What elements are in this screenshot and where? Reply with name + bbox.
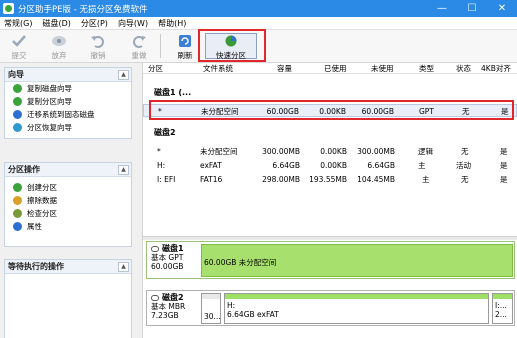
- sidebar-item-migrate-os[interactable]: 迁移系统到固态磁盘: [5, 108, 131, 121]
- wipe-icon: [13, 196, 22, 205]
- disk1-unallocated-segment[interactable]: 60.00GB 未分配空间: [201, 244, 513, 277]
- menu-help[interactable]: 帮助(H): [154, 18, 192, 29]
- col-used[interactable]: 已使用: [324, 63, 347, 74]
- sidebar-item-create[interactable]: 创建分区: [5, 181, 131, 194]
- app-icon: [3, 3, 14, 14]
- sidebar: 向导 ▲ 复制磁盘向导 复制分区向导 迁移系统到固态磁盘 分区恢复向导 分区操作 ▲…: [0, 63, 143, 338]
- sidebar-item-copy-partition[interactable]: 复制分区向导: [5, 95, 131, 108]
- sidebar-item-check[interactable]: 检查分区: [5, 207, 131, 220]
- col-capacity[interactable]: 容量: [277, 63, 292, 74]
- disk1-map[interactable]: 磁盘1 基本 GPT 60.00GB 60.00GB 未分配空间: [146, 241, 515, 279]
- col-filesystem[interactable]: 文件系统: [203, 63, 233, 74]
- col-partition[interactable]: 分区: [148, 63, 163, 74]
- disk1-header[interactable]: 磁盘1 (...: [154, 87, 191, 98]
- copy-partition-icon: [13, 97, 22, 106]
- col-type[interactable]: 类型: [419, 63, 434, 74]
- recovery-icon: [13, 123, 22, 132]
- collapse-icon[interactable]: ▲: [118, 261, 129, 272]
- undo-button[interactable]: 撤销: [83, 32, 113, 61]
- create-partition-icon: [13, 183, 22, 192]
- pane-splitter[interactable]: [143, 236, 517, 240]
- redo-button[interactable]: 重做: [124, 32, 154, 61]
- disk2-unallocated-segment[interactable]: 30...: [201, 293, 221, 324]
- menu-general[interactable]: 常规(G): [0, 18, 38, 29]
- refresh-icon: [177, 34, 193, 48]
- check-partition-icon: [13, 209, 22, 218]
- table-row[interactable]: * 未分配空间 300.00MB 0.00KB 300.00MB 逻辑 无 是: [143, 145, 517, 158]
- window-title: 分区助手PE版 - 无损分区免费软件: [18, 4, 148, 15]
- quick-partition-button[interactable]: 快速分区: [205, 33, 257, 60]
- sidebar-item-wipe[interactable]: 擦除数据: [5, 194, 131, 207]
- col-status[interactable]: 状态: [456, 63, 471, 74]
- close-button[interactable]: ✕: [487, 0, 517, 17]
- title-bar: 分区助手PE版 - 无损分区免费软件 — ☐ ✕: [0, 0, 517, 17]
- table-row[interactable]: I: EFI FAT16 298.00MB 193.55MB 104.45MB …: [143, 173, 517, 186]
- disk2-h-segment[interactable]: H: 6.64GB exFAT: [224, 293, 489, 324]
- disk-icon: [151, 246, 159, 252]
- partition-ops-title: 分区操作: [8, 165, 40, 174]
- collapse-icon[interactable]: ▲: [118, 164, 129, 175]
- collapse-icon[interactable]: ▲: [118, 69, 129, 80]
- disk2-header[interactable]: 磁盘2: [154, 127, 176, 138]
- sidebar-item-copy-disk[interactable]: 复制磁盘向导: [5, 82, 131, 95]
- sidebar-item-properties[interactable]: 属性: [5, 220, 131, 233]
- commit-button[interactable]: 提交: [4, 32, 34, 61]
- minimize-button[interactable]: —: [427, 0, 457, 17]
- maximize-button[interactable]: ☐: [457, 0, 487, 17]
- discard-icon: [51, 34, 67, 48]
- pending-ops-title: 等待执行的操作: [8, 262, 64, 271]
- pending-ops-panel: 等待执行的操作 ▲: [4, 259, 132, 338]
- redo-icon: [131, 34, 147, 48]
- wizard-panel-title: 向导: [8, 70, 24, 79]
- undo-icon: [90, 34, 106, 48]
- menu-partition[interactable]: 分区(P): [77, 18, 114, 29]
- table-header: 分区 文件系统 容量 已使用 未使用 类型 状态 4KB对齐: [143, 63, 517, 74]
- unallocated-row-highlight: [149, 100, 514, 120]
- partition-ops-panel: 分区操作 ▲ 创建分区 擦除数据 检查分区 属性: [4, 162, 132, 247]
- check-icon: [11, 34, 27, 48]
- menu-disk[interactable]: 磁盘(D): [38, 18, 76, 29]
- wizard-panel: 向导 ▲ 复制磁盘向导 复制分区向导 迁移系统到固态磁盘 分区恢复向导: [4, 67, 132, 139]
- toolbar-separator: [160, 34, 161, 58]
- refresh-button[interactable]: 刷新: [170, 32, 200, 61]
- discard-button[interactable]: 放弃: [44, 32, 74, 61]
- col-align[interactable]: 4KB对齐: [481, 63, 511, 74]
- pie-chart-icon: [223, 34, 239, 49]
- col-free[interactable]: 未使用: [371, 63, 394, 74]
- menu-wizard[interactable]: 向导(W): [114, 18, 154, 29]
- copy-disk-icon: [13, 84, 22, 93]
- properties-icon: [13, 222, 22, 231]
- disk2-map[interactable]: 磁盘2 基本 MBR 7.23GB 30... H: 6.64GB exFAT I…: [146, 290, 515, 326]
- sidebar-item-recovery[interactable]: 分区恢复向导: [5, 121, 131, 134]
- disk-icon: [151, 295, 159, 301]
- migrate-icon: [13, 110, 22, 119]
- table-row[interactable]: H: exFAT 6.64GB 0.00KB 6.64GB 主 活动 是: [143, 159, 517, 172]
- disk2-efi-segment[interactable]: I:... 2...: [492, 293, 513, 324]
